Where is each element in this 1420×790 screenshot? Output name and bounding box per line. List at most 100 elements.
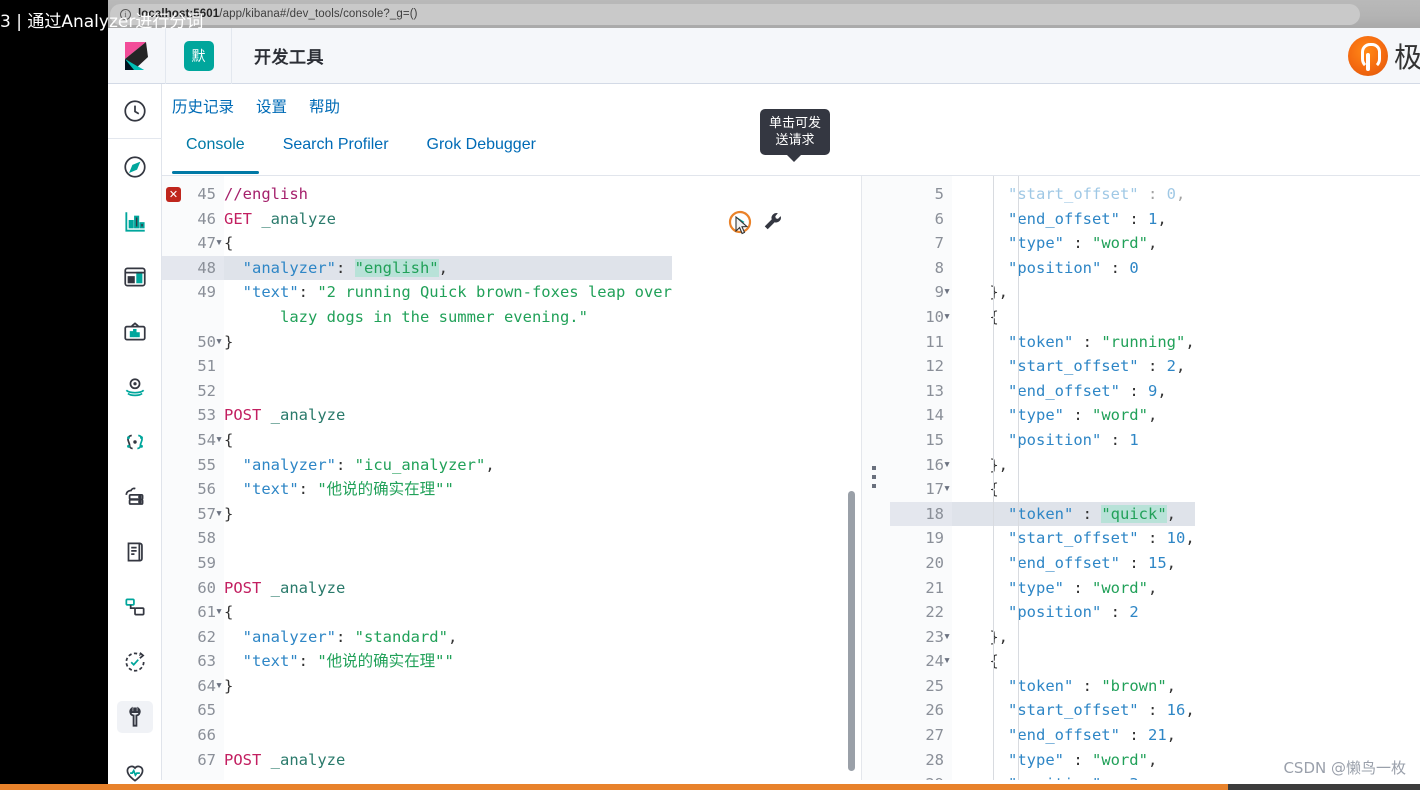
response-code[interactable]: "start_offset" : 0, "end_offset" : 1, "t… — [952, 176, 1195, 780]
code-line[interactable]: "analyzer": "icu_analyzer", — [224, 453, 672, 478]
code-line[interactable]: "token" : "running", — [952, 330, 1195, 355]
console-options-button[interactable] — [762, 210, 784, 232]
code-line[interactable]: //english — [224, 182, 672, 207]
sidebar-item-maps[interactable] — [108, 359, 162, 414]
fold-arrow-icon[interactable]: ▾ — [215, 428, 223, 453]
code-line[interactable]: }, — [952, 625, 1195, 650]
tab-grok-debugger[interactable]: Grok Debugger — [413, 128, 550, 174]
code-line[interactable]: "type" : "word", — [952, 748, 1195, 773]
console-link-help[interactable]: 帮助 — [309, 95, 340, 117]
pane-splitter[interactable] — [862, 176, 890, 780]
code-line[interactable]: "token" : "quick", — [952, 501, 1195, 527]
video-progress-bar[interactable] — [0, 784, 1420, 790]
code-line[interactable]: }, — [952, 280, 1195, 305]
code-line[interactable] — [224, 698, 672, 723]
code-line[interactable] — [224, 354, 672, 379]
code-line[interactable]: "position" : 3 — [952, 772, 1195, 780]
code-line[interactable]: "position" : 2 — [952, 600, 1195, 625]
space-badge[interactable]: 默 — [183, 40, 214, 71]
code-token: _analyze — [270, 578, 346, 597]
response-viewer[interactable]: 5 6 7 8 9 ▾ 10 ▾ 11 12 13 14 15 16 ▾ 17 ▾ 18 19 20 21 22 23 ▾ 24… — [890, 176, 1420, 780]
code-line[interactable]: } — [224, 674, 672, 699]
code-line[interactable] — [224, 379, 672, 404]
code-line[interactable]: "type" : "word", — [952, 403, 1195, 428]
fold-arrow-icon[interactable]: ▾ — [215, 231, 223, 256]
request-code[interactable]: //english GET _analyze { "analyzer": "engl… — [224, 176, 672, 772]
code-line[interactable]: "start_offset" : 10, — [952, 526, 1195, 551]
sidebar-item-machine-learning[interactable] — [108, 414, 162, 469]
code-line[interactable]: "position" : 0 — [952, 256, 1195, 281]
code-line[interactable]: POST _analyze — [224, 748, 672, 773]
code-line[interactable]: lazy dogs in the summer evening." — [224, 305, 672, 330]
code-token: { — [952, 307, 999, 326]
tab-search-profiler[interactable]: Search Profiler — [269, 128, 403, 174]
code-line[interactable]: "type" : "word", — [952, 231, 1195, 256]
code-line[interactable]: "text": "他说的确实在理"" — [224, 477, 672, 502]
code-line[interactable]: { — [952, 477, 1195, 502]
address-bar[interactable]: i localhost:5601/app/kibana#/dev_tools/c… — [110, 3, 1360, 25]
code-line[interactable] — [224, 526, 672, 551]
code-token: : — [335, 455, 355, 474]
code-line[interactable]: { — [224, 231, 672, 256]
code-line[interactable]: "start_offset" : 2, — [952, 354, 1195, 379]
code-line[interactable]: "text": "他说的确实在理"" — [224, 649, 672, 674]
sidebar-item-canvas[interactable] — [108, 304, 162, 359]
fold-arrow-icon[interactable]: ▾ — [943, 625, 951, 650]
code-line[interactable]: "position" : 1 — [952, 428, 1195, 453]
sidebar-item-infrastructure[interactable] — [108, 469, 162, 524]
request-gutter[interactable]: ✕ 45 46 47 ▾ 48 49 50 ▾ 51 52 53 54 ▾ 55 56 57 ▾ 58 59 60 61 ▾… — [162, 176, 224, 780]
code-token: 0 — [1166, 185, 1176, 203]
request-scrollbar[interactable] — [848, 491, 855, 771]
fold-arrow-icon[interactable]: ▾ — [943, 649, 951, 674]
fold-arrow-icon[interactable]: ▾ — [215, 674, 223, 699]
code-line[interactable]: "end_offset" : 21, — [952, 723, 1195, 748]
console-link-history[interactable]: 历史记录 — [172, 95, 234, 117]
code-line[interactable] — [224, 551, 672, 576]
code-line[interactable]: POST _analyze — [224, 576, 672, 601]
code-line[interactable]: { — [952, 305, 1195, 330]
code-line[interactable]: { — [224, 600, 672, 625]
fold-arrow-icon[interactable]: ▾ — [215, 330, 223, 355]
sidebar-item-visualize[interactable] — [108, 194, 162, 249]
code-line[interactable] — [224, 723, 672, 748]
code-line[interactable]: "end_offset" : 15, — [952, 551, 1195, 576]
code-token: , — [485, 455, 495, 474]
code-line[interactable]: { — [952, 649, 1195, 674]
fold-arrow-icon[interactable]: ▾ — [215, 502, 223, 527]
fold-arrow-icon[interactable]: ▾ — [215, 600, 223, 625]
code-line[interactable]: "analyzer": "english", — [224, 255, 672, 281]
code-line[interactable]: "token" : "brown", — [952, 674, 1195, 699]
sidebar-item-logs[interactable] — [108, 524, 162, 579]
code-line[interactable]: "start_offset" : 0, — [952, 182, 1195, 207]
fold-arrow-icon[interactable]: ▾ — [943, 305, 951, 330]
sidebar-item-discover[interactable] — [108, 139, 162, 194]
tab-console[interactable]: Console — [172, 128, 259, 174]
code-line[interactable]: "end_offset" : 9, — [952, 379, 1195, 404]
fold-arrow-icon[interactable]: ▾ — [943, 453, 951, 478]
code-token: "analyzer" — [224, 258, 336, 277]
error-marker[interactable]: ✕ — [166, 187, 181, 202]
sidebar-item-apm[interactable] — [108, 579, 162, 634]
code-line[interactable]: }, — [952, 453, 1195, 478]
code-line[interactable]: GET _analyze — [224, 207, 672, 232]
fold-arrow-icon[interactable]: ▾ — [943, 280, 951, 305]
code-line[interactable]: "analyzer": "standard", — [224, 625, 672, 650]
request-editor[interactable]: ✕ 45 46 47 ▾ 48 49 50 ▾ 51 52 53 54 ▾ 55 56 57 ▾ 58 59 60 61 ▾… — [162, 176, 862, 780]
code-line[interactable]: { — [224, 428, 672, 453]
console-link-settings[interactable]: 设置 — [256, 95, 287, 117]
code-line[interactable]: "start_offset" : 16, — [952, 698, 1195, 723]
splitter-grip-icon[interactable] — [872, 466, 879, 493]
code-line[interactable]: } — [224, 330, 672, 355]
code-line[interactable]: POST _analyze — [224, 403, 672, 428]
space-selector[interactable]: 默 — [166, 27, 232, 84]
fold-arrow-icon[interactable]: ▾ — [943, 477, 951, 502]
sidebar-item-dev-tools[interactable] — [108, 689, 162, 744]
sidebar-item-dashboard[interactable] — [108, 249, 162, 304]
sidebar-item-recently-viewed[interactable] — [108, 84, 162, 139]
sidebar-item-uptime[interactable] — [108, 634, 162, 689]
code-line[interactable]: "type" : "word", — [952, 576, 1195, 601]
code-line[interactable]: } — [224, 502, 672, 527]
code-line[interactable]: "text": "2 running Quick brown-foxes lea… — [224, 280, 672, 305]
code-line[interactable]: "end_offset" : 1, — [952, 207, 1195, 232]
kibana-logo-icon[interactable] — [108, 27, 166, 84]
